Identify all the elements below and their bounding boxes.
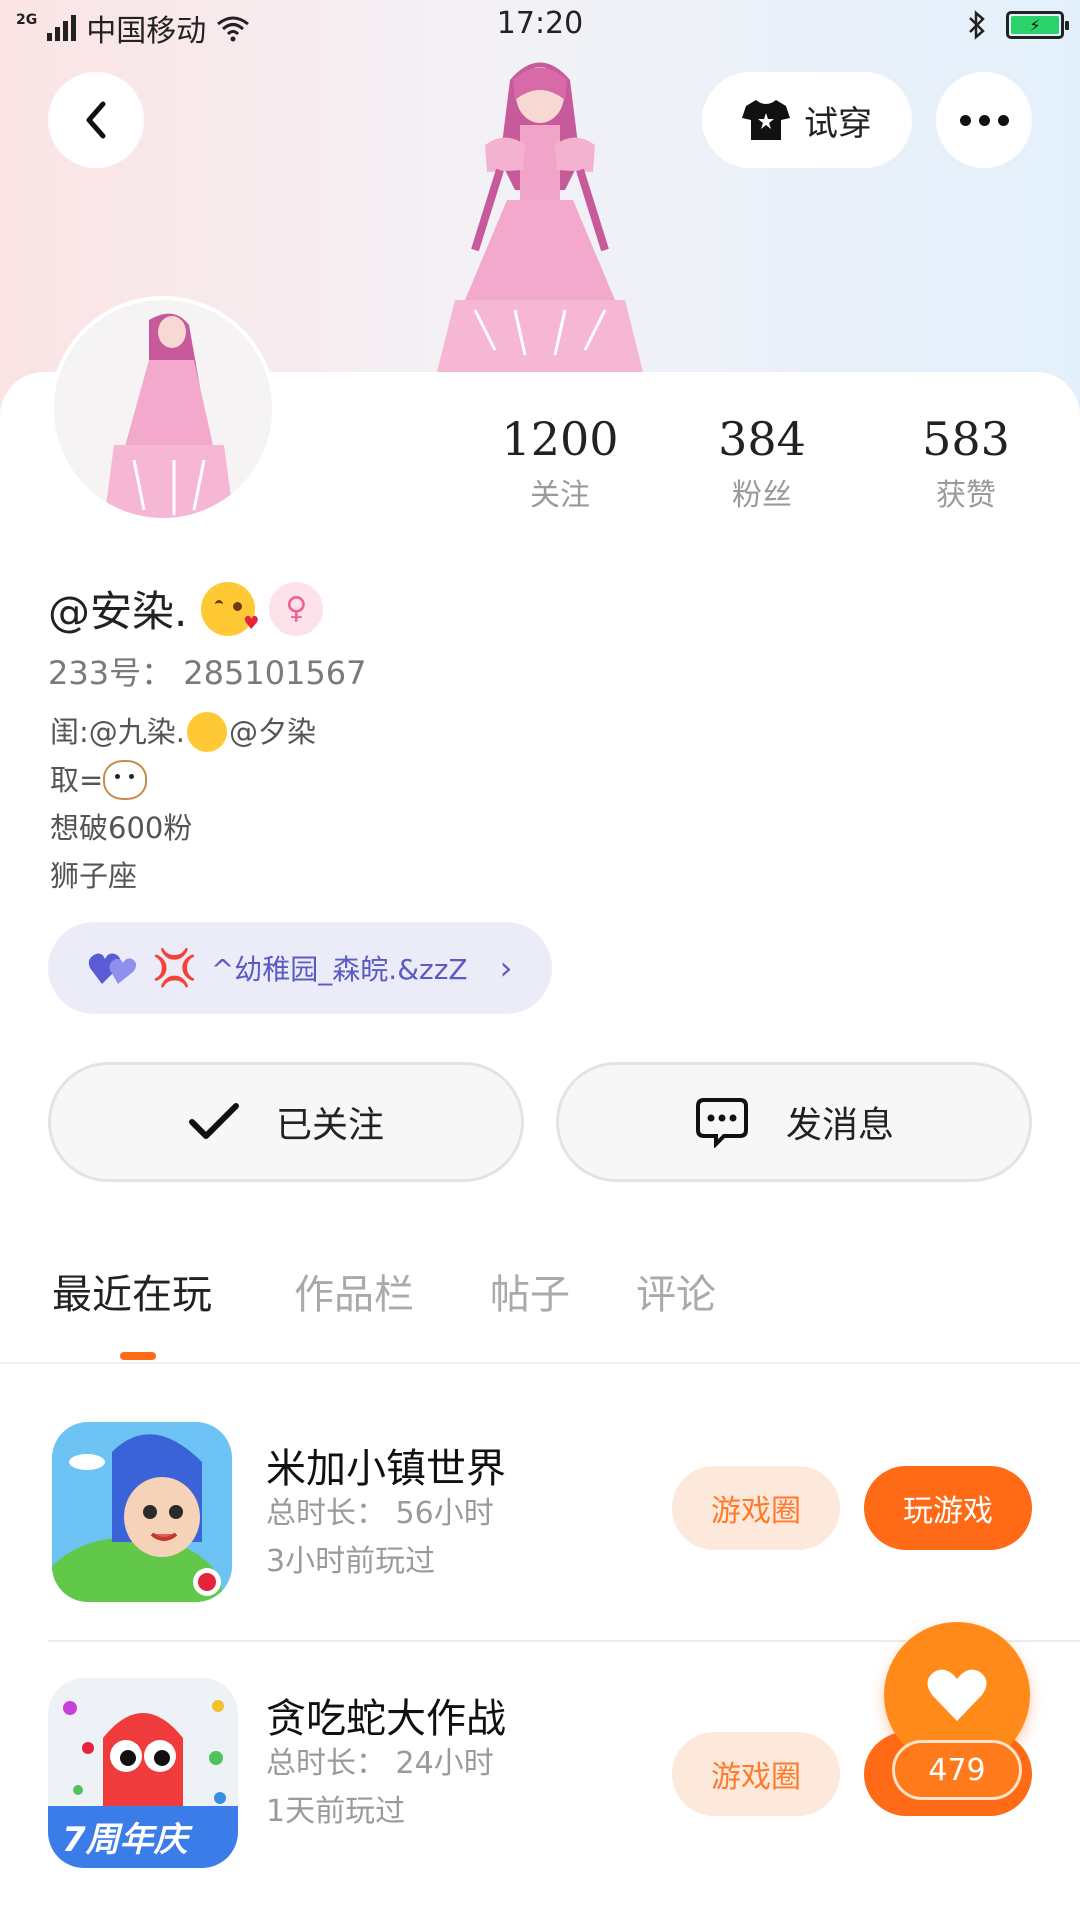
back-button[interactable] [48,72,144,168]
anger-emoji-icon: 💢 [152,948,197,989]
tabs-divider [0,1362,1080,1364]
tab-works[interactable]: 作品栏 [294,1262,414,1320]
play-game-button[interactable]: 玩游戏 [864,1466,1032,1550]
game-duration: 总时长： 24小时 [266,1746,494,1781]
profile-tabs: 最近在玩 作品栏 帖子 评论 [0,1262,1080,1362]
more-options-button[interactable] [936,72,1032,168]
stat-value: 1200 [501,412,619,466]
game-duration: 总时长： 56小时 [266,1496,494,1531]
avatar-character-figure [435,62,645,380]
checkmark-icon [188,1103,239,1139]
game-title[interactable]: 贪吃蛇大作战 [266,1686,506,1744]
stat-value: 583 [922,412,1010,466]
game-icon-miga-town[interactable] [52,1422,232,1602]
stat-value: 384 [718,412,806,466]
game-meta: 总时长： 24小时 1天前玩过 [266,1740,494,1836]
user-id[interactable]: 233号： 285101567 [48,648,367,694]
kiss-emoji-icon: ♥ [201,581,259,636]
stat-likes[interactable]: 583 获赞 [886,412,1046,514]
game-meta: 总时长： 56小时 3小时前玩过 [266,1490,494,1586]
stat-label: 粉丝 [732,478,792,513]
anniversary-badge: 7周年庆 [62,1820,188,1860]
stat-following[interactable]: 1200 关注 [480,412,640,514]
chevron-left-icon [86,101,106,139]
game-circle-button[interactable]: 游戏圈 [672,1466,840,1550]
heart-icon [927,1669,987,1721]
status-time: 17:20 [496,6,584,41]
dog-emoji-icon [103,760,148,800]
tab-posts[interactable]: 帖子 [490,1262,570,1320]
tab-comments[interactable]: 评论 [636,1262,716,1320]
list-item: 米加小镇世界 总时长： 56小时 3小时前玩过 游戏圈 玩游戏 [0,1410,1080,1640]
try-on-button[interactable]: 试穿 [702,72,912,168]
stat-label: 关注 [530,478,590,513]
status-bar: 2G 中国移动 17:20 ⚡ [0,0,1080,52]
avatar-figure [104,313,234,518]
game-icon-snake[interactable]: 7周年庆 [48,1678,238,1868]
stat-fans[interactable]: 384 粉丝 [682,412,842,514]
stat-label: 获赞 [936,478,996,513]
try-on-label: 试穿 [804,103,872,144]
tshirt-icon [742,100,790,140]
like-count-badge: 479 [892,1740,1022,1800]
bio-text: 闺:@九染. [50,715,185,749]
game-last-played: 1天前玩过 [266,1794,406,1829]
bio-text: 想破600粉 [50,811,193,845]
chevron-right-icon: › [499,949,513,987]
profile-bio: 闺:@九染. @夕染 取= 想破600粉 狮子座 [50,708,316,900]
send-message-button[interactable]: 发消息 [556,1062,1032,1182]
double-heart-icon [88,953,137,984]
bio-text: 狮子座 [50,859,138,893]
female-gender-icon: ♀ [269,581,324,636]
bio-text: @夕染 [229,715,317,749]
cp-label: ^幼稚园_森皖.&zzZ [210,953,468,986]
following-label: 已关注 [275,1105,384,1146]
game-circle-button[interactable]: 游戏圈 [672,1732,840,1816]
following-button[interactable]: 已关注 [48,1062,524,1182]
battery-icon: ⚡ [1006,11,1069,39]
kiss-emoji-icon [187,712,227,752]
game-title[interactable]: 米加小镇世界 [266,1436,506,1494]
bio-text: 取= [50,763,104,797]
send-message-label: 发消息 [785,1105,894,1146]
chat-bubble-icon [695,1098,748,1148]
avatar[interactable] [50,296,276,522]
active-tab-indicator [120,1352,156,1360]
profile-name-row: @安染. ♥ ♀ [48,578,324,639]
tab-recently-played[interactable]: 最近在玩 [52,1262,212,1320]
bluetooth-icon [969,10,985,40]
cp-relationship-pill[interactable]: 💢 ^幼稚园_森皖.&zzZ › [48,922,552,1014]
profile-name: @安染. [48,587,188,636]
game-last-played: 3小时前玩过 [266,1544,436,1579]
